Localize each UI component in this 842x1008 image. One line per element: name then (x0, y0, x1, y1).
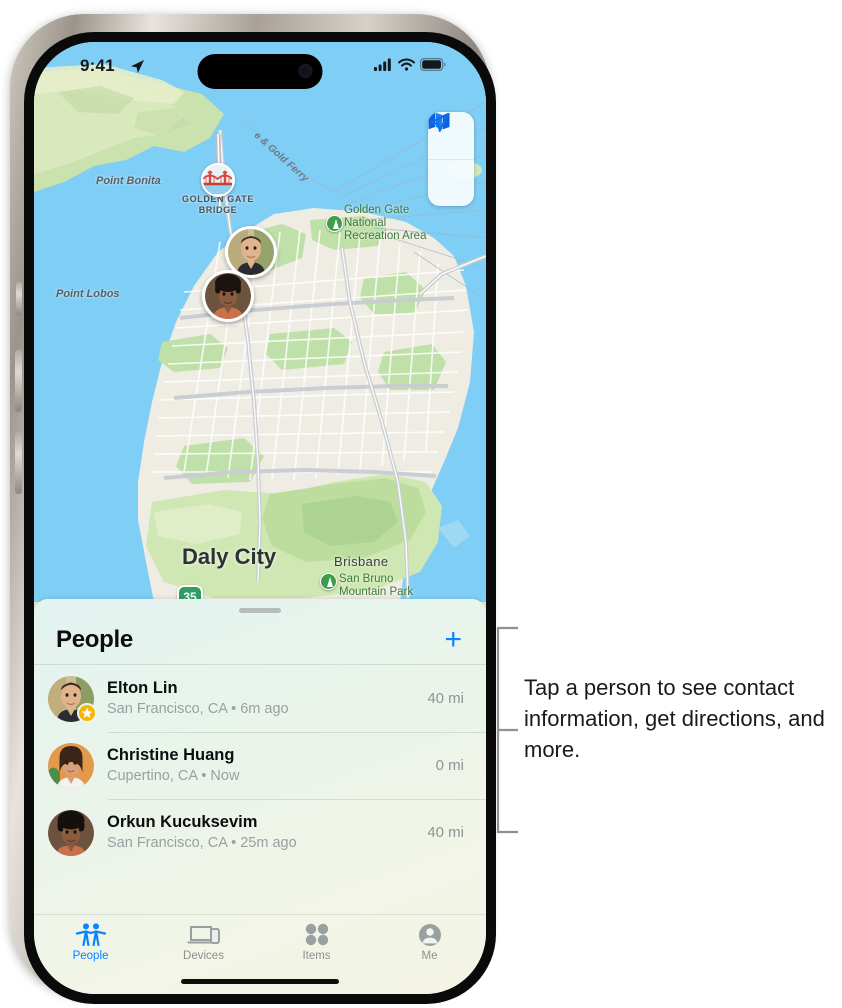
map-controls (428, 112, 474, 206)
avatar (48, 742, 94, 789)
callout-bracket (496, 626, 518, 834)
screenshot-root: Point Bonita Point Lobos Daly City Brisb… (0, 0, 842, 1008)
tab-items[interactable]: Items (260, 923, 373, 962)
tab-people[interactable]: People (34, 923, 147, 962)
silent-switch[interactable] (16, 282, 22, 316)
sheet-grabber[interactable] (239, 608, 281, 613)
avatar (48, 675, 97, 723)
volume-down-button[interactable] (15, 432, 22, 494)
tab-label: Items (302, 950, 331, 962)
callout-annotation: Tap a person to see contact information,… (488, 620, 838, 840)
person-info: Orkun Kucuksevim San Francisco, CA • 25m… (107, 812, 427, 853)
person-distance: 40 mi (427, 824, 464, 841)
person-info: Elton Lin San Francisco, CA • 6m ago (107, 678, 427, 719)
person-circle-icon (418, 924, 441, 946)
person-name: Elton Lin (107, 679, 178, 697)
person-name: Christine Huang (107, 746, 235, 764)
tab-label: Me (421, 950, 438, 962)
person-distance: 40 mi (427, 690, 464, 707)
people-sheet: People + Elton Lin San Francisco, CA • 6… (34, 599, 486, 994)
location-arrow-icon (430, 113, 449, 132)
callout-text: Tap a person to see contact information,… (524, 675, 825, 762)
iphone-frame: Point Bonita Point Lobos Daly City Brisb… (10, 14, 496, 1004)
person-subtitle: San Francisco, CA • 6m ago (107, 701, 289, 717)
sheet-header: People + (34, 617, 486, 663)
person-name: Orkun Kucuksevim (107, 813, 258, 831)
table-row[interactable]: Orkun Kucuksevim San Francisco, CA • 25m… (34, 799, 486, 866)
tab-devices[interactable]: Devices (147, 923, 260, 962)
dynamic-island (197, 54, 323, 89)
people-icon (75, 923, 106, 947)
add-person-button[interactable]: + (442, 625, 464, 655)
golden-gate-bridge-icon[interactable] (201, 163, 235, 197)
table-row[interactable]: Christine Huang Cupertino, CA • Now 0 mi (34, 732, 486, 799)
map-graphics (34, 42, 486, 602)
map-avatar-orkun-kucuksevim[interactable] (202, 270, 254, 322)
home-indicator[interactable] (181, 979, 339, 984)
person-distance: 0 mi (435, 757, 464, 774)
table-row[interactable]: Elton Lin San Francisco, CA • 6m ago 40 … (34, 665, 486, 732)
tab-me[interactable]: Me (373, 923, 486, 962)
phone-screen: Point Bonita Point Lobos Daly City Brisb… (34, 42, 486, 994)
person-subtitle: San Francisco, CA • 25m ago (107, 835, 297, 851)
person-subtitle: Cupertino, CA • Now (107, 768, 240, 784)
person-info: Christine Huang Cupertino, CA • Now (107, 745, 436, 786)
park-pin-san-bruno[interactable] (320, 573, 337, 590)
map-view[interactable]: Point Bonita Point Lobos Daly City Brisb… (34, 42, 486, 602)
tab-label: Devices (183, 950, 224, 962)
page-title: People (56, 626, 133, 653)
items-icon (305, 923, 328, 946)
tab-label: People (72, 950, 109, 962)
park-pin-ggnra[interactable] (326, 215, 343, 232)
people-list: Elton Lin San Francisco, CA • 6m ago 40 … (34, 665, 486, 866)
devices-icon (187, 926, 220, 944)
recenter-location-button[interactable] (428, 113, 474, 206)
volume-up-button[interactable] (15, 350, 22, 412)
avatar (48, 809, 94, 856)
star-badge-icon (77, 702, 97, 723)
